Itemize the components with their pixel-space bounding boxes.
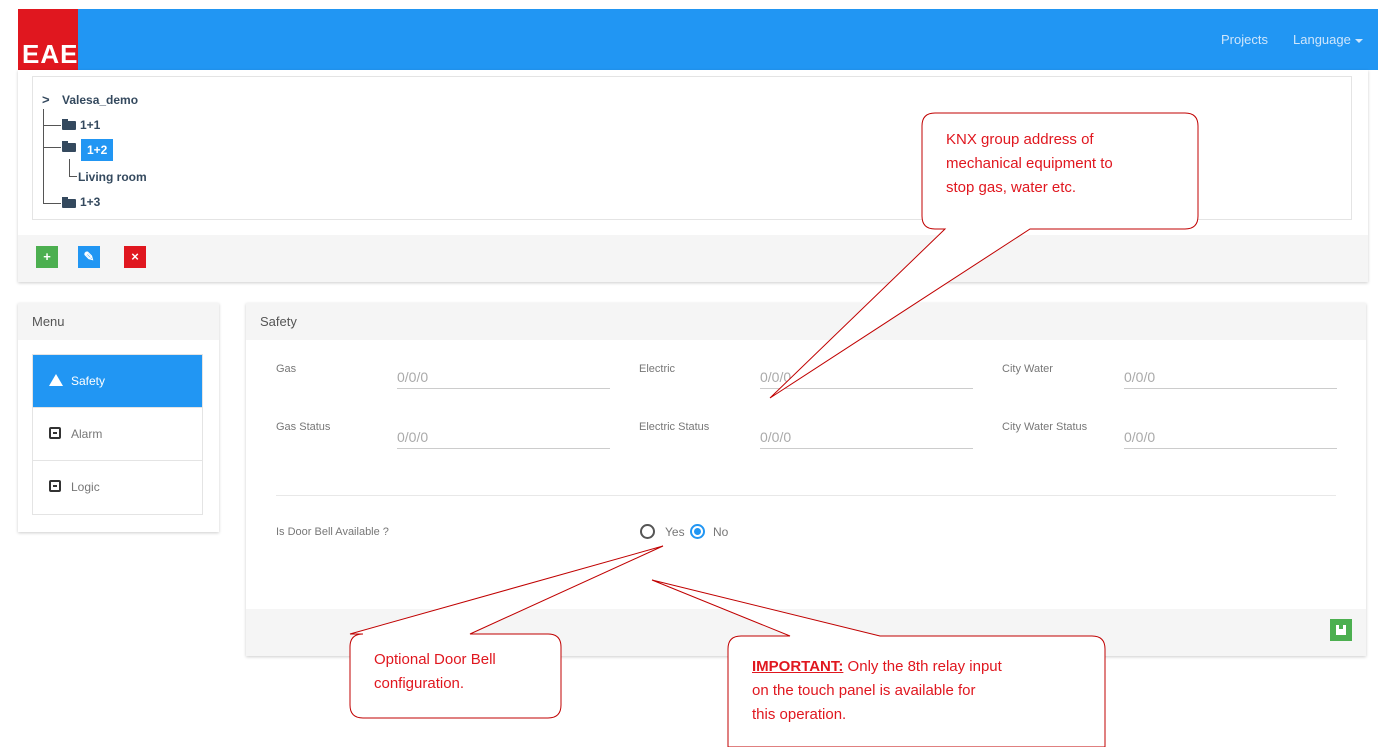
alarm-icon bbox=[49, 427, 61, 439]
tree-connector bbox=[69, 159, 70, 176]
gas-label: Gas bbox=[276, 363, 297, 375]
menu-list: Safety Alarm Logic bbox=[32, 354, 203, 515]
edit-button[interactable]: ✎ bbox=[78, 246, 100, 268]
tree-node-1-2-selected[interactable]: 1+2 bbox=[81, 139, 114, 161]
important-annotation-text: IMPORTANT: Only the 8th relay input on t… bbox=[752, 655, 1002, 727]
door-bell-no-radio[interactable] bbox=[690, 524, 705, 539]
tree-connector bbox=[43, 147, 61, 148]
menu-item-logic[interactable]: Logic bbox=[33, 461, 202, 514]
gas-status-label: Gas Status bbox=[276, 421, 331, 433]
tree-connector bbox=[43, 109, 44, 204]
tree-root-node[interactable]: Valesa_demo bbox=[62, 93, 138, 107]
city-water-status-address-input[interactable] bbox=[1124, 419, 1337, 449]
tree-node-1-1[interactable]: 1+1 bbox=[80, 118, 100, 132]
menu-item-alarm[interactable]: Alarm bbox=[33, 408, 202, 461]
menu-title: Menu bbox=[18, 303, 219, 340]
logic-icon bbox=[49, 480, 61, 492]
city-water-label: City Water bbox=[1002, 363, 1053, 375]
safety-title: Safety bbox=[246, 303, 1366, 340]
project-tree: > Valesa_demo 1+1 1+2 Living room 1+3 bbox=[32, 76, 1352, 220]
menu-panel: Menu Safety Alarm Logic bbox=[18, 303, 219, 532]
menu-item-label: Alarm bbox=[71, 427, 103, 441]
electric-address-input[interactable] bbox=[760, 359, 973, 389]
door-bell-question: Is Door Bell Available ? bbox=[276, 526, 389, 538]
door-bell-yes-label[interactable]: Yes bbox=[665, 525, 685, 539]
add-button[interactable]: + bbox=[36, 246, 58, 268]
electric-status-address-input[interactable] bbox=[760, 419, 973, 449]
folder-icon bbox=[62, 197, 76, 208]
top-navbar: EAE Projects Language bbox=[18, 9, 1378, 70]
important-label: IMPORTANT: bbox=[752, 658, 844, 675]
tree-toolbar: + ✎ × bbox=[18, 235, 1368, 282]
tree-node-1-3[interactable]: 1+3 bbox=[80, 195, 100, 209]
warning-icon bbox=[49, 374, 63, 386]
folder-open-icon bbox=[62, 141, 76, 152]
menu-item-safety[interactable]: Safety bbox=[33, 355, 202, 408]
city-water-address-input[interactable] bbox=[1124, 359, 1337, 389]
gas-status-address-input[interactable] bbox=[397, 419, 610, 449]
menu-item-label: Logic bbox=[71, 480, 100, 494]
knx-annotation-text: KNX group address of mechanical equipmen… bbox=[946, 131, 1113, 196]
project-tree-card: > Valesa_demo 1+1 1+2 Living room 1+3 + … bbox=[18, 70, 1368, 282]
city-water-status-label: City Water Status bbox=[1002, 421, 1088, 433]
gas-address-input[interactable] bbox=[397, 359, 610, 389]
nav-language-dropdown[interactable]: Language bbox=[1293, 32, 1363, 47]
folder-icon bbox=[62, 119, 76, 130]
logo-text: EAE bbox=[22, 39, 79, 69]
section-divider bbox=[276, 495, 1336, 496]
delete-button[interactable]: × bbox=[124, 246, 146, 268]
safety-panel: Safety Gas Electric City Water Gas Statu… bbox=[246, 303, 1366, 656]
caret-down-icon bbox=[1354, 38, 1363, 43]
tree-connector bbox=[69, 176, 77, 177]
tree-connector bbox=[43, 125, 61, 126]
door-bell-annotation-text: Optional Door Bell configuration. bbox=[374, 651, 496, 692]
electric-status-label: Electric Status bbox=[639, 421, 710, 433]
nav-language-label: Language bbox=[1293, 32, 1351, 47]
door-bell-no-label[interactable]: No bbox=[713, 525, 728, 539]
menu-item-label: Safety bbox=[71, 374, 106, 388]
tree-node-living-room[interactable]: Living room bbox=[78, 170, 147, 184]
nav-projects-link[interactable]: Projects bbox=[1221, 32, 1268, 47]
electric-label: Electric bbox=[639, 363, 676, 375]
eae-logo[interactable]: EAE bbox=[18, 9, 78, 70]
save-button[interactable] bbox=[1330, 619, 1352, 641]
chevron-right-icon[interactable]: > bbox=[42, 92, 50, 107]
tree-connector bbox=[43, 203, 61, 204]
door-bell-yes-radio[interactable] bbox=[640, 524, 655, 539]
